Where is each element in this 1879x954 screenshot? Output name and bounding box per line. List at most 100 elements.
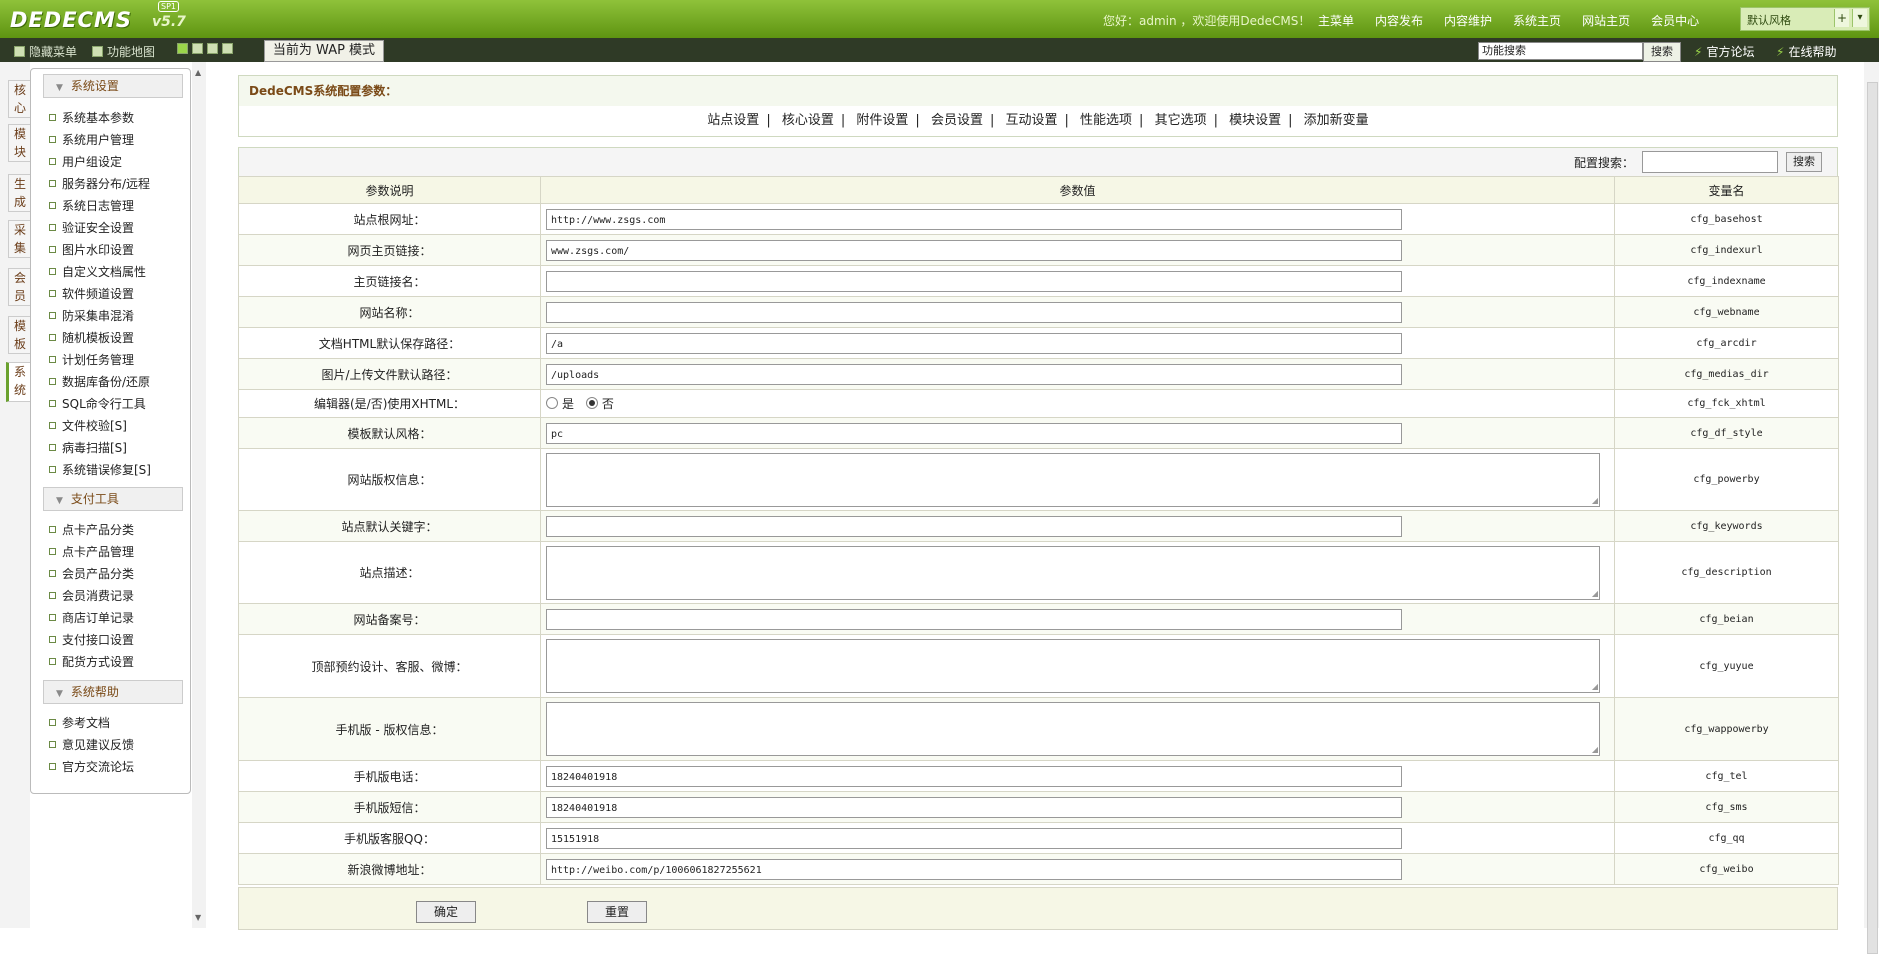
menu-item[interactable]: 系统用户管理 (49, 131, 134, 148)
tab-attachment[interactable]: 附件设置 (856, 113, 908, 128)
function-search-input[interactable]: 功能搜索 (1478, 42, 1643, 60)
scroll-down-icon[interactable]: ▼ (195, 913, 201, 922)
param-textarea[interactable]: ◢ (546, 545, 1600, 600)
param-input[interactable]: 18240401918 (546, 796, 1402, 818)
top-nav-item[interactable]: 网站主页 (1582, 12, 1630, 29)
param-input[interactable]: pc (546, 422, 1402, 444)
right-scrollbar[interactable] (1864, 62, 1879, 954)
param-input[interactable]: /uploads (546, 363, 1402, 385)
help-link[interactable]: ⚡ 在线帮助 (1776, 43, 1836, 60)
menu-group-header[interactable]: ▼ 支付工具 (43, 487, 183, 511)
param-input[interactable]: 15151918 (546, 827, 1402, 849)
top-nav-item[interactable]: 系统主页 (1513, 12, 1561, 29)
tab-add-variable[interactable]: 添加新变量 (1304, 113, 1369, 128)
top-nav-item[interactable]: 主菜单 (1318, 12, 1354, 29)
resize-grip-icon[interactable]: ◢ (1592, 745, 1598, 754)
config-search-input[interactable] (1642, 151, 1778, 173)
config-search-button[interactable]: 搜索 (1786, 152, 1822, 172)
layout-icon[interactable] (177, 43, 188, 54)
param-input[interactable]: www.zsgs.com/ (546, 239, 1402, 261)
tab-interaction[interactable]: 互动设置 (1005, 113, 1057, 128)
radio-no[interactable]: 否 (585, 395, 614, 412)
radio-circle-selected[interactable] (585, 397, 598, 410)
param-textarea[interactable]: ◢ (546, 639, 1600, 693)
tab-site[interactable]: 站点设置 (707, 113, 759, 128)
menu-item[interactable]: SQL命令行工具 (49, 395, 146, 412)
menu-item[interactable]: 系统日志管理 (49, 197, 134, 214)
top-nav-item[interactable]: 内容发布 (1375, 12, 1423, 29)
menu-item[interactable]: 病毒扫描[S] (49, 439, 127, 456)
function-map-button[interactable]: 功能地图 (92, 43, 155, 60)
scrollbar-thumb[interactable] (1867, 82, 1878, 954)
side-tab-collect[interactable]: 采集 (8, 220, 31, 258)
menu-item[interactable]: 软件频道设置 (49, 285, 134, 302)
reset-button[interactable]: 重置 (587, 901, 647, 923)
menu-item[interactable]: 点卡产品管理 (49, 543, 134, 560)
layout-icon[interactable] (207, 43, 218, 54)
tab-module[interactable]: 模块设置 (1229, 113, 1281, 128)
side-tab-module[interactable]: 模块 (8, 124, 31, 162)
side-tab-generate[interactable]: 生成 (8, 174, 31, 212)
menu-item[interactable]: 官方交流论坛 (49, 758, 134, 775)
menu-item[interactable]: 系统错误修复[S] (49, 461, 151, 478)
top-nav-item[interactable]: 会员中心 (1651, 12, 1699, 29)
menu-item[interactable]: 支付接口设置 (49, 631, 134, 648)
menu-item[interactable]: 随机模板设置 (49, 329, 134, 346)
side-tab-core[interactable]: 核心 (8, 80, 31, 118)
menu-item[interactable]: 文件校验[S] (49, 417, 127, 434)
layout-icon[interactable] (192, 43, 203, 54)
menu-item[interactable]: 配货方式设置 (49, 653, 134, 670)
layout-icon[interactable] (222, 43, 233, 54)
menu-item[interactable]: 意见建议反馈 (49, 736, 134, 753)
forum-link[interactable]: ⚡ 官方论坛 (1694, 43, 1754, 60)
wap-mode-button[interactable]: 当前为 WAP 模式 (264, 40, 384, 62)
top-nav-item[interactable]: 内容维护 (1444, 12, 1492, 29)
menu-item[interactable]: 商店订单记录 (49, 609, 134, 626)
param-textarea[interactable]: ◢ (546, 702, 1600, 756)
tab-other[interactable]: 其它选项 (1155, 113, 1207, 128)
radio-circle[interactable] (546, 397, 558, 410)
plus-icon[interactable]: + (1834, 9, 1849, 27)
left-scrollbar[interactable]: ▲ ▼ (192, 62, 206, 928)
menu-item[interactable]: 会员消费记录 (49, 587, 134, 604)
layout-switcher[interactable] (177, 43, 237, 54)
menu-item[interactable]: 参考文档 (49, 714, 110, 731)
menu-item[interactable]: 用户组设定 (49, 153, 122, 170)
menu-group-header[interactable]: ▼ 系统帮助 (43, 680, 183, 704)
side-tab-template[interactable]: 模板 (8, 316, 31, 354)
param-textarea[interactable]: ◢ (546, 452, 1600, 507)
resize-grip-icon[interactable]: ◢ (1592, 682, 1598, 691)
param-input[interactable] (546, 301, 1402, 323)
menu-item[interactable]: 服务器分布/远程 (49, 175, 150, 192)
radio-yes[interactable]: 是 (546, 395, 574, 412)
hide-menu-button[interactable]: 隐藏菜单 (14, 43, 77, 60)
menu-item[interactable]: 系统基本参数 (49, 109, 134, 126)
side-tab-system[interactable]: 系统 (6, 362, 31, 402)
param-input[interactable] (546, 515, 1402, 537)
menu-item[interactable]: 点卡产品分类 (49, 521, 134, 538)
param-input[interactable] (546, 270, 1402, 292)
menu-item[interactable]: 验证安全设置 (49, 219, 134, 236)
param-input[interactable]: http://www.zsgs.com (546, 208, 1402, 230)
menu-item[interactable]: 图片水印设置 (49, 241, 134, 258)
param-input[interactable]: /a (546, 332, 1402, 354)
tab-member[interactable]: 会员设置 (931, 113, 983, 128)
scroll-up-icon[interactable]: ▲ (195, 68, 201, 77)
function-search-button[interactable]: 搜索 (1643, 42, 1681, 62)
param-input[interactable] (546, 608, 1402, 630)
chevron-down-icon[interactable]: ▾ (1852, 9, 1867, 27)
skin-select[interactable]: 默认风格 + ▾ (1740, 7, 1870, 31)
menu-group-header[interactable]: ▼ 系统设置 (43, 74, 183, 98)
tab-core[interactable]: 核心设置 (782, 113, 834, 128)
resize-grip-icon[interactable]: ◢ (1592, 589, 1598, 598)
menu-item[interactable]: 会员产品分类 (49, 565, 134, 582)
resize-grip-icon[interactable]: ◢ (1592, 496, 1598, 505)
side-tab-member[interactable]: 会员 (8, 268, 31, 306)
param-input[interactable]: 18240401918 (546, 765, 1402, 787)
param-input[interactable]: http://weibo.com/p/1006061827255621 (546, 858, 1402, 880)
menu-item[interactable]: 计划任务管理 (49, 351, 134, 368)
menu-item[interactable]: 自定义文档属性 (49, 263, 146, 280)
tab-performance[interactable]: 性能选项 (1080, 113, 1132, 128)
confirm-button[interactable]: 确定 (416, 901, 476, 923)
menu-item[interactable]: 数据库备份/还原 (49, 373, 150, 390)
